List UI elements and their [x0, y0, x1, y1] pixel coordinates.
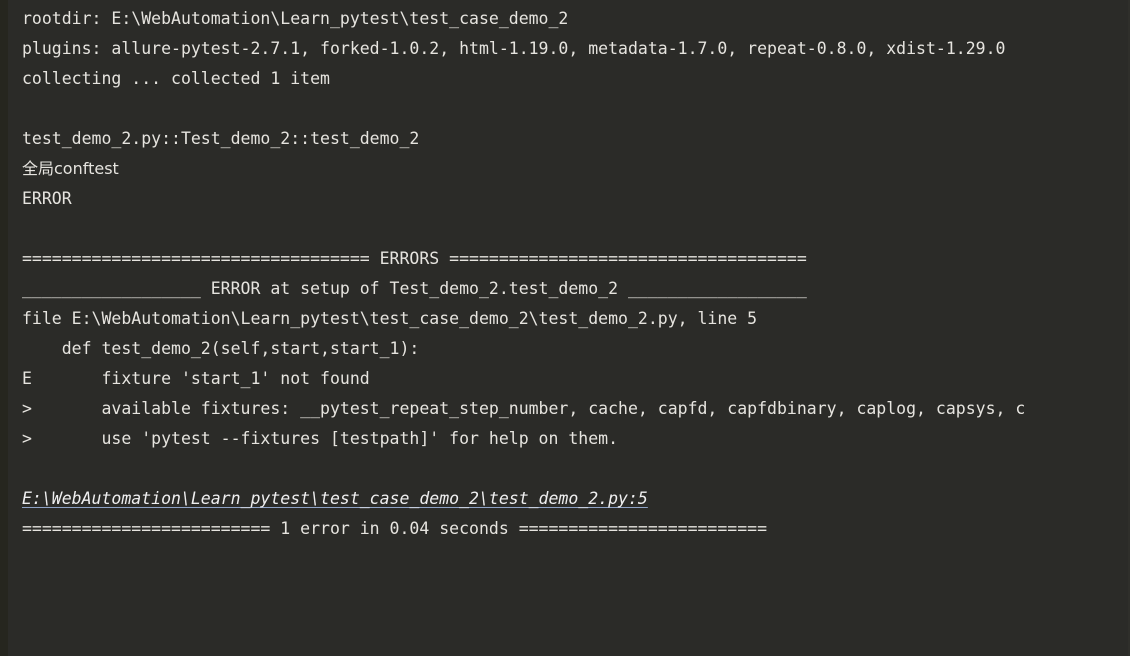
console-line-rootdir: rootdir: E:\WebAutomation\Learn_pytest\t… — [22, 9, 569, 28]
console-line-source-link[interactable]: E:\WebAutomation\Learn_pytest\test_case_… — [22, 484, 648, 514]
console-line-blank-3 — [22, 454, 1130, 484]
console-line-available-fixtures: > available fixtures: __pytest_repeat_st… — [22, 399, 1026, 418]
console-line-file-location: file E:\WebAutomation\Learn_pytest\test_… — [22, 309, 758, 328]
console-line-def-signature: def test_demo_2(self,start,start_1): — [22, 339, 420, 358]
console-line-collecting: collecting ... collected 1 item — [22, 69, 330, 88]
console-line-plugins: plugins: allure-pytest-2.7.1, forked-1.0… — [22, 39, 1006, 58]
console-output: rootdir: E:\WebAutomation\Learn_pytest\t… — [0, 0, 1130, 544]
console-line-summary-banner: ========================= 1 error in 0.0… — [22, 519, 768, 538]
console-line-blank-1 — [22, 94, 1130, 124]
console-line-error-at-setup-banner: __________________ ERROR at setup of Tes… — [22, 279, 807, 298]
console-line-errors-banner: =================================== ERRO… — [22, 249, 807, 268]
console-line-fixture-not-found: E fixture 'start_1' not found — [22, 369, 370, 388]
console-line-conftest-print: 全局conftest — [22, 159, 119, 178]
console-line-test-node-id: test_demo_2.py::Test_demo_2::test_demo_2 — [22, 129, 420, 148]
console-line-error-status: ERROR — [22, 189, 72, 208]
console-line-use-pytest-fixtures-help: > use 'pytest --fixtures [testpath]' for… — [22, 429, 619, 448]
terminal-console[interactable]: rootdir: E:\WebAutomation\Learn_pytest\t… — [0, 0, 1130, 656]
console-line-blank-2 — [22, 214, 1130, 244]
